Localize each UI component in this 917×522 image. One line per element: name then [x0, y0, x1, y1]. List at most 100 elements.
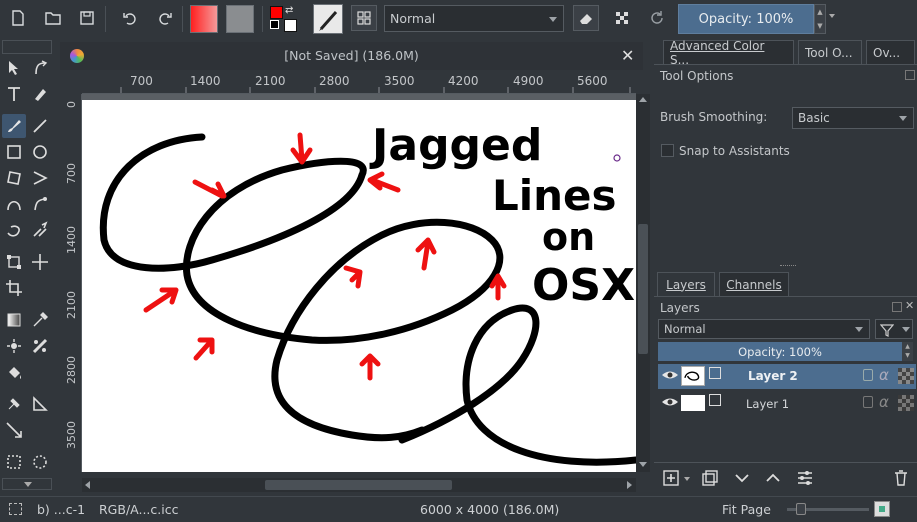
opacity-slider[interactable]: Opacity: 100% — [678, 4, 814, 34]
transform-tool-icon[interactable] — [2, 250, 26, 274]
preserve-alpha-icon[interactable] — [609, 5, 635, 31]
add-layer-dropdown-icon[interactable] — [684, 477, 690, 481]
gradient-tool-icon[interactable] — [2, 308, 26, 332]
gradient-swatch[interactable] — [190, 5, 218, 33]
canvas-area[interactable]: Jagged Lines on OSX — [82, 94, 636, 472]
scroll-up-icon[interactable] — [639, 97, 647, 102]
tab-advanced-color-selector[interactable]: Advanced Color S... — [663, 39, 794, 67]
tab-layers[interactable]: Layers — [657, 272, 715, 296]
lock-icon[interactable] — [863, 396, 873, 408]
open-document-icon[interactable] — [40, 5, 66, 31]
layer-properties-icon[interactable] — [792, 465, 818, 491]
foreground-color-swatch[interactable] — [270, 6, 283, 19]
rect-select-icon[interactable] — [2, 450, 26, 474]
freehand-path-icon[interactable] — [28, 192, 52, 216]
canvas-only-icon[interactable] — [874, 501, 890, 517]
scroll-left-icon[interactable] — [85, 481, 90, 489]
lock-icon[interactable] — [863, 369, 873, 381]
line-tool-icon[interactable] — [28, 114, 52, 138]
move-layer-up-icon[interactable] — [760, 465, 786, 491]
rectangle-tool-icon[interactable] — [2, 140, 26, 164]
brush-preset-button[interactable] — [313, 4, 343, 34]
undo-icon[interactable] — [117, 5, 143, 31]
alpha-lock-icon[interactable]: α — [879, 366, 889, 384]
duplicate-layer-icon[interactable] — [697, 465, 723, 491]
edit-shapes-icon[interactable] — [28, 56, 52, 80]
layer-filter-button[interactable] — [875, 319, 913, 339]
add-layer-icon[interactable] — [658, 465, 684, 491]
toolbox-more-button[interactable] — [2, 478, 52, 490]
pattern-swatch[interactable] — [226, 5, 254, 33]
horizontal-scroll-thumb[interactable] — [265, 480, 452, 490]
brush-settings-icon[interactable] — [351, 5, 377, 31]
measure-tool-icon[interactable] — [28, 392, 52, 416]
zoom-slider[interactable] — [787, 503, 869, 515]
visibility-eye-icon[interactable] — [661, 395, 679, 409]
scroll-down-icon[interactable] — [639, 462, 647, 467]
layer-blend-mode-select[interactable]: Normal — [658, 319, 870, 339]
move-layer-down-icon[interactable] — [729, 465, 755, 491]
inherit-alpha-icon[interactable] — [898, 395, 914, 411]
scroll-right-icon[interactable] — [627, 481, 632, 489]
select-shapes-icon[interactable] — [2, 56, 26, 80]
layer-name[interactable]: Layer 1 — [746, 397, 789, 411]
delete-layer-icon[interactable] — [888, 465, 914, 491]
alpha-lock-icon[interactable]: α — [879, 393, 889, 411]
horizontal-scrollbar[interactable] — [82, 478, 636, 492]
calligraphy-icon[interactable] — [28, 82, 52, 106]
polyline-tool-icon[interactable] — [28, 166, 52, 190]
document-tab[interactable]: [Not Saved] (186.0M) ✕ — [60, 42, 643, 70]
v-ruler-tick: 2800 — [65, 356, 78, 384]
reset-colors-icon[interactable] — [270, 20, 279, 29]
multibrush-icon[interactable] — [28, 218, 52, 242]
reload-preset-icon[interactable] — [644, 5, 670, 31]
background-color-swatch[interactable] — [284, 19, 297, 32]
fill-tool-icon[interactable] — [2, 360, 26, 384]
opacity-spin-buttons[interactable]: ▲ ▼ — [814, 4, 826, 34]
save-icon[interactable] — [74, 5, 100, 31]
eraser-mode-icon[interactable] — [573, 5, 599, 31]
tab-overview[interactable]: Ov... — [866, 40, 915, 64]
snap-assistants-checkbox[interactable] — [661, 144, 674, 157]
colorize-mask-icon[interactable] — [2, 334, 26, 358]
color-picker-icon[interactable] — [28, 308, 52, 332]
selection-status-icon[interactable] — [9, 503, 22, 515]
smart-patch-icon[interactable] — [28, 334, 52, 358]
docker-resize-handle[interactable] — [780, 265, 796, 268]
inherit-alpha-icon[interactable] — [898, 368, 914, 384]
crop-tool-icon[interactable] — [2, 276, 26, 300]
layer-opacity-spin[interactable]: ▲ ▼ — [902, 342, 913, 361]
brush-smoothing-select[interactable]: Basic — [792, 107, 914, 129]
bezier-tool-icon[interactable] — [2, 192, 26, 216]
polygon-tool-icon[interactable] — [2, 166, 26, 190]
vertical-scroll-thumb[interactable] — [638, 224, 648, 354]
close-document-icon[interactable]: ✕ — [621, 46, 634, 65]
new-document-icon[interactable] — [5, 5, 31, 31]
toolbar-overflow-icon[interactable] — [829, 14, 835, 18]
move-tool-icon[interactable] — [28, 250, 52, 274]
layer-row-layer-1[interactable]: Layer 1 α — [658, 391, 916, 416]
layer-name[interactable]: Layer 2 — [748, 369, 798, 383]
close-layers-icon[interactable]: ✕ — [905, 299, 914, 312]
ellipse-tool-icon[interactable] — [28, 140, 52, 164]
tab-tool-options[interactable]: Tool O... — [798, 40, 862, 64]
swap-colors-icon[interactable]: ⇄ — [285, 5, 297, 17]
canvas-drawing[interactable]: Jagged Lines on OSX — [82, 100, 636, 472]
reference-tool-icon[interactable] — [2, 418, 26, 442]
dynamic-brush-icon[interactable] — [2, 218, 26, 242]
tab-channels[interactable]: Channels — [719, 272, 789, 296]
zoom-mode-label[interactable]: Fit Page — [722, 502, 771, 517]
visibility-eye-icon[interactable] — [661, 368, 679, 382]
float-layers-icon[interactable] — [892, 302, 902, 312]
assistant-tool-icon[interactable] — [2, 392, 26, 416]
text-tool-icon[interactable] — [2, 82, 26, 106]
blend-mode-select[interactable]: Normal — [384, 5, 564, 32]
layer-opacity-slider[interactable]: Opacity: 100% — [658, 342, 902, 361]
vertical-scrollbar[interactable] — [636, 94, 650, 472]
freehand-brush-icon[interactable] — [2, 114, 26, 138]
float-docker-icon[interactable] — [905, 70, 915, 80]
ellipse-select-icon[interactable] — [28, 450, 52, 474]
zoom-slider-handle[interactable] — [796, 503, 806, 515]
layer-row-layer-2[interactable]: Layer 2 α — [658, 364, 916, 389]
redo-icon[interactable] — [152, 5, 178, 31]
